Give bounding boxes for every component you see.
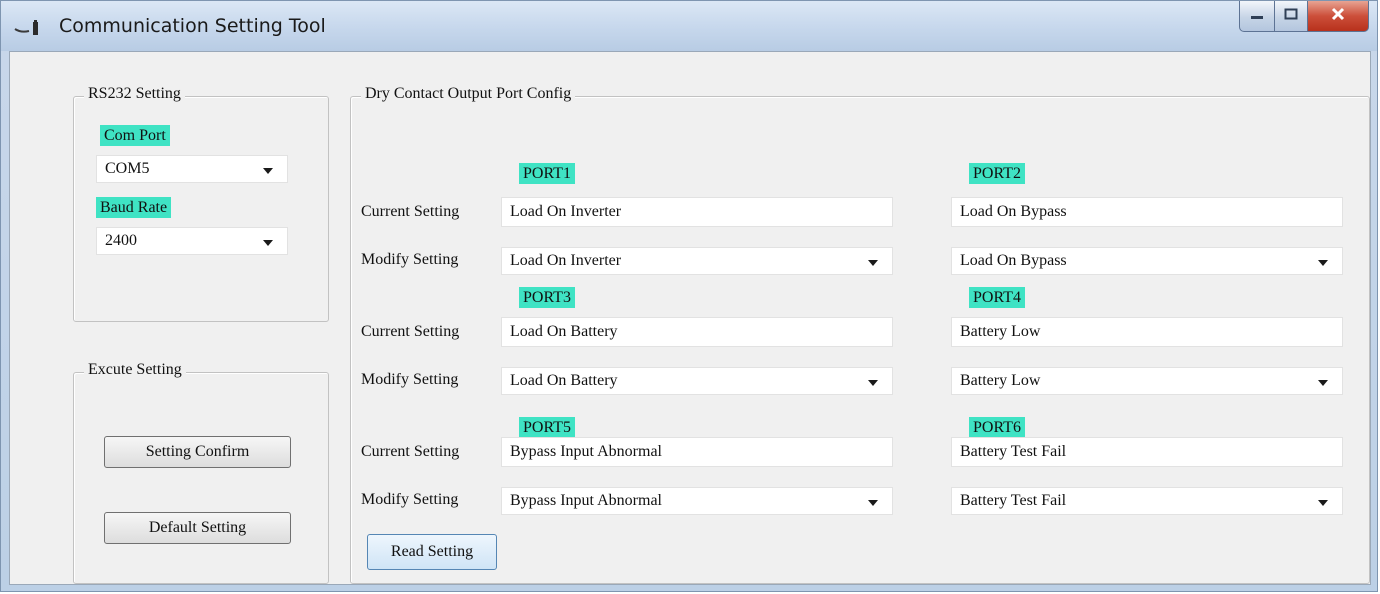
port2-modify-select[interactable]: Load On Bypass [951,247,1343,275]
chevron-down-icon [1318,380,1328,386]
port6-label: PORT6 [969,417,1025,438]
window-title: Communication Setting Tool [59,15,326,37]
modify-setting-label: Modify Setting [361,491,459,508]
chevron-down-icon [868,380,878,386]
chevron-down-icon [1318,500,1328,506]
current-setting-label: Current Setting [361,443,460,460]
port3-current-field: Load On Battery [501,317,893,347]
minimize-icon [1250,7,1264,25]
com-port-value: COM5 [105,160,150,177]
app-window: Communication Setting Tool RS232 Setting… [0,0,1378,592]
port6-modify-select[interactable]: Battery Test Fail [951,487,1343,515]
port2-modify-value: Load On Bypass [960,252,1067,269]
port4-current-value: Battery Low [960,323,1041,340]
baud-rate-select[interactable]: 2400 [96,227,288,255]
chevron-down-icon [868,260,878,266]
chevron-down-icon [263,240,273,246]
minimize-button[interactable] [1239,1,1275,32]
port1-current-value: Load On Inverter [510,203,622,220]
port5-modify-select[interactable]: Bypass Input Abnormal [501,487,893,515]
current-setting-label: Current Setting [361,323,460,340]
port6-current-field: Battery Test Fail [951,437,1343,467]
window-controls [1239,1,1369,35]
port5-current-field: Bypass Input Abnormal [501,437,893,467]
port5-modify-value: Bypass Input Abnormal [510,492,662,509]
close-button[interactable] [1308,1,1369,32]
port1-current-field: Load On Inverter [501,197,893,227]
maximize-button[interactable] [1275,1,1308,32]
read-setting-button[interactable]: Read Setting [367,534,497,570]
port4-modify-select[interactable]: Battery Low [951,367,1343,395]
port3-label: PORT3 [519,287,575,308]
baud-rate-value: 2400 [105,232,137,249]
modify-setting-label: Modify Setting [361,371,459,388]
port4-label: PORT4 [969,287,1025,308]
chevron-down-icon [868,500,878,506]
chevron-down-icon [1318,260,1328,266]
port1-modify-select[interactable]: Load On Inverter [501,247,893,275]
com-port-label: Com Port [100,125,170,146]
port4-modify-value: Battery Low [960,372,1041,389]
maximize-icon [1284,7,1298,25]
port5-current-value: Bypass Input Abnormal [510,443,662,460]
chevron-down-icon [263,168,273,174]
port2-label: PORT2 [969,163,1025,184]
modify-setting-label: Modify Setting [361,251,459,268]
port3-modify-select[interactable]: Load On Battery [501,367,893,395]
dry-contact-group: Dry Contact Output Port Config PORT1 POR… [350,85,1370,584]
current-setting-label: Current Setting [361,203,460,220]
dry-contact-group-label: Dry Contact Output Port Config [361,85,576,103]
com-port-select[interactable]: COM5 [96,155,288,183]
rs232-group-label: RS232 Setting [84,85,185,103]
port4-current-field: Battery Low [951,317,1343,347]
execute-group-label: Excute Setting [84,361,186,379]
baud-rate-label: Baud Rate [96,197,172,218]
title-bar[interactable]: Communication Setting Tool [1,1,1377,51]
port6-current-value: Battery Test Fail [960,443,1067,460]
port2-current-value: Load On Bypass [960,203,1067,220]
port3-modify-value: Load On Battery [510,372,618,389]
setting-confirm-button[interactable]: Setting Confirm [104,436,291,468]
port2-current-field: Load On Bypass [951,197,1343,227]
rs232-group: RS232 Setting Com Port COM5 Baud Rate 24… [73,85,329,322]
port6-modify-value: Battery Test Fail [960,492,1067,509]
port3-current-value: Load On Battery [510,323,618,340]
close-icon [1330,7,1346,26]
port1-modify-value: Load On Inverter [510,252,622,269]
port1-label: PORT1 [519,163,575,184]
default-setting-button[interactable]: Default Setting [104,512,291,544]
port5-label: PORT5 [519,417,575,438]
execute-group: Excute Setting Setting Confirm Default S… [73,361,329,584]
client-area: RS232 Setting Com Port COM5 Baud Rate 24… [9,51,1371,585]
app-icon [13,19,47,39]
